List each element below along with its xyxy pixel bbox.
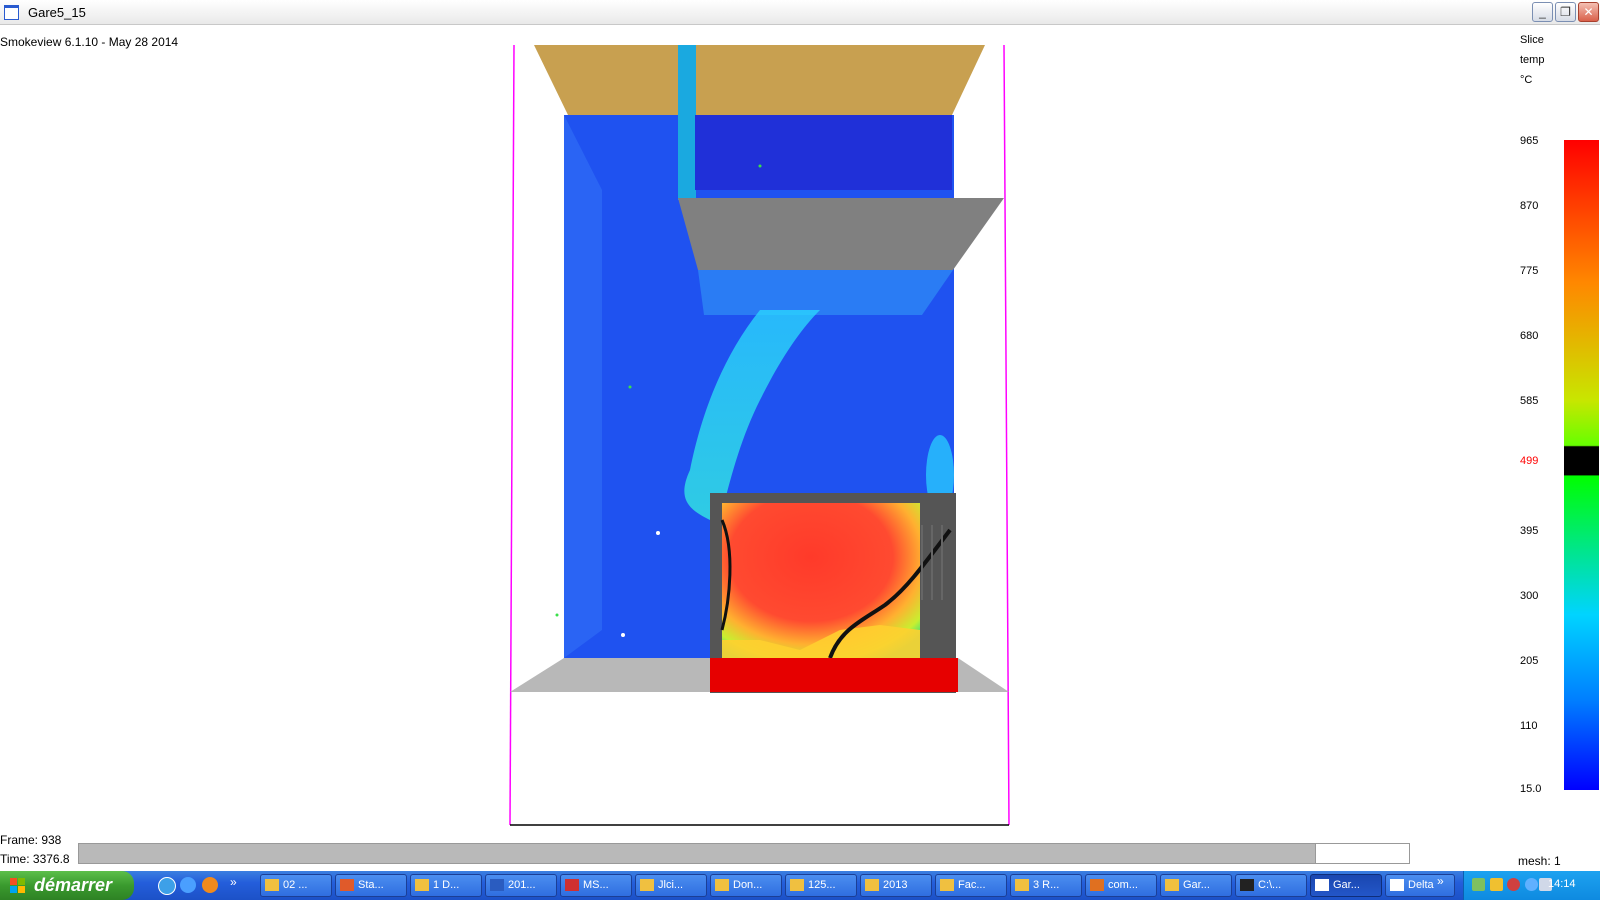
taskbar-button[interactable]: Jlci...: [635, 874, 707, 897]
network-icon[interactable]: [1472, 878, 1485, 891]
taskbar-button[interactable]: com...: [1085, 874, 1157, 897]
sensor-point: [628, 385, 632, 389]
taskbar-button[interactable]: C:\...: [1235, 874, 1307, 897]
taskbar-app-icon: [640, 879, 654, 891]
taskbar-button[interactable]: Gar...: [1310, 874, 1382, 897]
antivirus-icon[interactable]: [1507, 878, 1520, 891]
taskbar-button-label: 2013: [883, 879, 908, 891]
taskbar-app-icon: [1390, 879, 1404, 891]
time-slider[interactable]: [78, 843, 1410, 864]
sensor-point: [758, 164, 762, 168]
quicklaunch-more-icon[interactable]: »: [230, 875, 237, 889]
start-label: démarrer: [34, 875, 113, 895]
taskbar-app-icon: [1315, 879, 1329, 891]
sync-icon[interactable]: [1525, 878, 1538, 891]
taskbar-app-icon: [1165, 879, 1179, 891]
taskbar-button-label: Gar...: [1183, 879, 1210, 891]
mesh-label: mesh: 1: [1518, 854, 1561, 868]
taskbar-app-icon: [490, 879, 504, 891]
taskbar-button-label: Delta: [1408, 879, 1434, 891]
taskbar-button[interactable]: Delta: [1385, 874, 1455, 897]
vertical-column: [678, 45, 696, 200]
clock: 14:14: [1548, 878, 1576, 890]
taskbar-app-icon: [1090, 879, 1104, 891]
taskbar-app-icon: [940, 879, 954, 891]
colorbar-tick-label: 680: [1520, 330, 1539, 342]
taskbar-button-label: 201...: [508, 879, 536, 891]
taskbar-button-label: Sta...: [358, 879, 384, 891]
taskbar-button-label: Gar...: [1333, 879, 1360, 891]
taskbar-button[interactable]: 2013: [860, 874, 932, 897]
colorbar-tick-label: 775: [1520, 265, 1539, 277]
time-label: Time: 3376.8: [0, 852, 70, 866]
taskbar-button-label: 02 ...: [283, 879, 308, 891]
colorbar-unit: °C: [1520, 74, 1533, 86]
taskbar-app-icon: [565, 879, 579, 891]
taskbar-button[interactable]: 02 ...: [260, 874, 332, 897]
taskbar-button-label: 1 D...: [433, 879, 460, 891]
taskbar-button[interactable]: Sta...: [335, 874, 407, 897]
taskbar-button[interactable]: MS...: [560, 874, 632, 897]
smokeview-scene[interactable]: [0, 0, 1600, 900]
taskbar-button-label: 125...: [808, 879, 836, 891]
start-button[interactable]: démarrer: [0, 871, 134, 900]
system-tray: [1463, 871, 1600, 900]
taskbar-app-icon: [865, 879, 879, 891]
taskbar-button-label: Fac...: [958, 879, 986, 891]
colorbar-tick-label: 110: [1520, 720, 1538, 732]
mezzanine-slab: [678, 198, 1004, 270]
taskbar-button[interactable]: 3 R...: [1010, 874, 1082, 897]
ie-explorer-icon[interactable]: [158, 877, 176, 895]
taskbar-button[interactable]: Fac...: [935, 874, 1007, 897]
under-slab-slice: [698, 270, 953, 315]
left-wall-slice: [564, 115, 602, 658]
sensor-point: [555, 613, 559, 617]
taskbar-button[interactable]: Gar...: [1160, 874, 1232, 897]
colorbar-tick-label: 965: [1520, 135, 1539, 147]
taskbar-app-icon: [340, 879, 354, 891]
taskbar-button[interactable]: 1 D...: [410, 874, 482, 897]
windows-taskbar: démarrer » 02 ... Sta... 1 D... 201... MS...…: [0, 871, 1600, 900]
colorbar-tick-label: 585: [1520, 395, 1539, 407]
floor-left: [510, 658, 710, 692]
taskbar-button-label: MS...: [583, 879, 609, 891]
taskbar-app-icon: [715, 879, 729, 891]
frame-label: Frame: 938: [0, 833, 62, 847]
colorbar-tick-label: 499: [1520, 455, 1539, 467]
colorbar-tick-label: 870: [1520, 200, 1539, 212]
upper-cold-zone: [695, 115, 952, 190]
taskbar-button-label: Jlci...: [658, 879, 684, 891]
colorbar-quantity: temp: [1520, 54, 1545, 66]
taskbar-app-icon: [265, 879, 279, 891]
firefox-icon[interactable]: [202, 877, 218, 893]
taskbar-button-label: com...: [1108, 879, 1138, 891]
floor-right: [958, 658, 1009, 692]
colorbar-tick-label: 15.0: [1520, 783, 1542, 795]
time-slider-remaining: [1315, 844, 1409, 863]
colorbar-tick-label: 395: [1520, 525, 1539, 537]
taskbar-button-label: Don...: [733, 879, 763, 891]
internet-explorer-icon[interactable]: [180, 877, 196, 893]
colorbar-tick-label: 300: [1520, 590, 1539, 602]
sensor-point: [621, 633, 625, 637]
ceiling-surface: [534, 45, 985, 115]
burner-floor: [710, 658, 958, 692]
taskbar-button[interactable]: 201...: [485, 874, 557, 897]
taskbar-button[interactable]: 125...: [785, 874, 857, 897]
taskbar-overflow-icon[interactable]: »: [1437, 874, 1444, 888]
taskbar-app-icon: [1015, 879, 1029, 891]
taskbar-app-icon: [415, 879, 429, 891]
colorbar-title: Slice: [1520, 34, 1544, 46]
windows-logo-icon: [10, 878, 25, 893]
colorbar-tick-label: 205: [1520, 655, 1539, 667]
taskbar-button-label: 3 R...: [1033, 879, 1060, 891]
sensor-point: [656, 531, 660, 535]
temperature-colorbar[interactable]: [1564, 140, 1599, 790]
taskbar-app-icon: [790, 879, 804, 891]
taskbar-button-label: C:\...: [1258, 879, 1282, 891]
taskbar-button[interactable]: Don...: [710, 874, 782, 897]
outlook-icon[interactable]: [1490, 878, 1503, 891]
taskbar-app-icon: [1240, 879, 1254, 891]
